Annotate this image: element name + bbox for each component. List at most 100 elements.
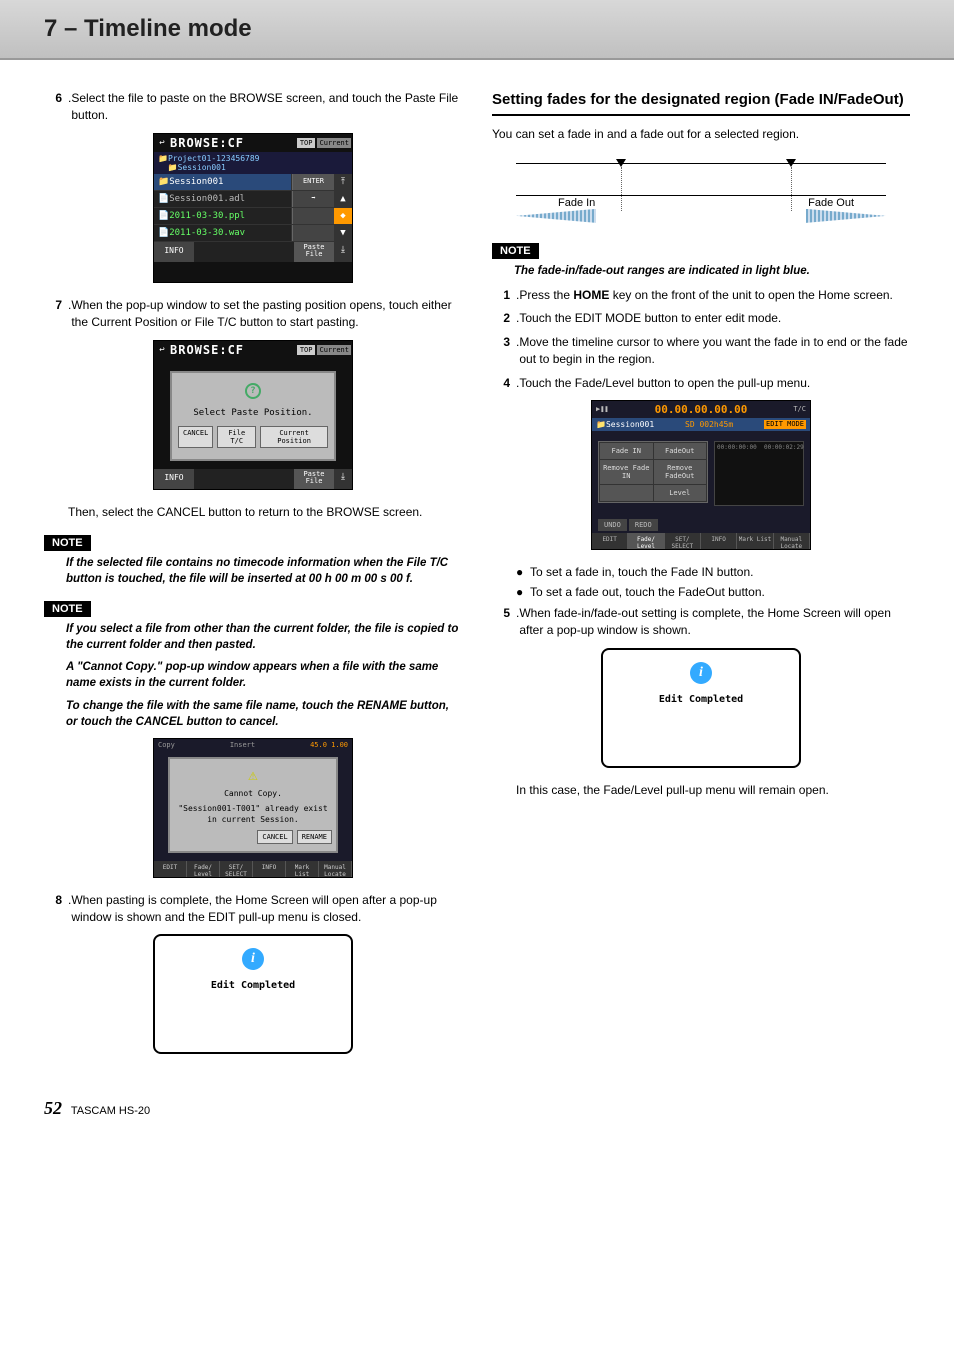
step-4: 4. Touch the Fade/Level button to open t…	[492, 375, 910, 392]
scroll-bottom-icon: ⤓	[334, 469, 352, 489]
waveform-icon	[516, 209, 596, 223]
current-button: Current	[317, 138, 351, 148]
edit-mode-badge: EDIT MODE	[764, 420, 806, 429]
tab: Fade/ Level	[187, 861, 220, 877]
edit-completed-popup: i Edit Completed	[601, 648, 801, 768]
step-6: 6. Select the file to paste on the BROWS…	[44, 90, 462, 125]
bullet-fade-out: ● To set a fade out, touch the FadeOut b…	[516, 584, 910, 601]
waveform-area: 00:00:00:00 00:00:02:29	[714, 441, 804, 506]
step-1: 1. Press the HOME key on the front of th…	[492, 287, 910, 304]
list-item: 📁Session001	[154, 174, 292, 190]
note-body: If you select a file from other than the…	[66, 621, 462, 730]
list-item: 📄2011-03-30.ppl	[154, 208, 292, 224]
right-column: Setting fades for the designated region …	[492, 90, 910, 1068]
scroll-top-icon: ⤒	[334, 174, 352, 190]
step-2: 2. Touch the EDIT MODE button to enter e…	[492, 310, 910, 327]
scroll-up-icon: ▲	[334, 191, 352, 207]
tab: Manual Locate	[319, 861, 352, 877]
fade-out-button: FadeOut	[654, 443, 707, 459]
fade-in-label: Fade In	[558, 197, 595, 209]
chapter-title: 7 – Timeline mode	[44, 15, 252, 43]
page-content: 6. Select the file to paste on the BROWS…	[0, 60, 954, 1088]
fade-level-screenshot: ▶❚❚ 00.00.00.00.00 T/C 📁Session001 SD 00…	[591, 400, 811, 550]
top-button: TOP	[297, 138, 316, 148]
rename-button: RENAME	[297, 830, 332, 844]
step-8: 8. When pasting is complete, the Home Sc…	[44, 892, 462, 927]
info-button: INFO	[154, 242, 194, 262]
scroll-bottom-icon: ⤓	[334, 242, 352, 262]
note-label: NOTE	[492, 243, 539, 259]
bottom-tabs: EDIT Fade/ Level SET/ SELECT INFO Mark L…	[592, 533, 810, 549]
scroll-down-icon: ▼	[334, 225, 352, 241]
dialog-body: ? Select Paste Position. CANCEL File T/C…	[170, 371, 336, 461]
section-intro: You can set a fade in and a fade out for…	[492, 126, 910, 143]
play-icon: ▶❚❚	[596, 405, 609, 413]
bullet-fade-in: ● To set a fade in, touch the Fade IN bu…	[516, 564, 910, 581]
tab: Manual Locate	[774, 533, 810, 549]
cancel-button: CANCEL	[257, 830, 292, 844]
left-column: 6. Select the file to paste on the BROWS…	[44, 90, 462, 1068]
redo-button: REDO	[629, 519, 658, 531]
fade-menu: Fade IN FadeOut Remove Fade IN Remove Fa…	[598, 441, 708, 503]
tab: INFO	[253, 861, 286, 877]
warning-icon: ⚠	[248, 765, 258, 784]
tab: EDIT	[592, 533, 628, 549]
folder-icon: 📁	[168, 163, 178, 172]
remove-fade-out-button: Remove FadeOut	[654, 460, 707, 484]
step-number: 1	[492, 287, 510, 304]
bullet-icon: ●	[516, 564, 530, 581]
step-text: Press the HOME key on the front of the u…	[519, 287, 910, 304]
back-icon: ↩	[154, 345, 170, 355]
section-heading: Setting fades for the designated region …	[492, 90, 910, 116]
fade-in-marker-icon	[616, 159, 626, 167]
timecode: 00.00.00.00.00	[609, 403, 794, 416]
list-item: 📄2011-03-30.wav	[154, 225, 292, 241]
fade-diagram: Fade In Fade Out	[516, 153, 886, 223]
session-bar: 📁Session001 SD 002h45m EDIT MODE	[592, 418, 810, 431]
tab: INFO	[701, 533, 737, 549]
step-7-continued: Then, select the CANCEL button to return…	[68, 504, 462, 521]
dialog-body: ⚠ Cannot Copy. "Session001-T001" already…	[168, 757, 338, 853]
current-position-button: Current Position	[260, 426, 328, 448]
note-body: If the selected file contains no timecod…	[66, 555, 462, 587]
note-label: NOTE	[44, 601, 91, 617]
dialog-message: Cannot Copy.	[224, 789, 282, 799]
browse-screenshot-1: ↩ BROWSE:CF TOP Current 📁Project01-12345…	[153, 133, 353, 283]
dialog-detail: "Session001-T001" already exist in curre…	[174, 804, 332, 825]
question-icon: ?	[245, 383, 261, 399]
timecode-display: 45.0 1.00	[310, 741, 348, 749]
tab: Mark List	[286, 861, 319, 877]
back-icon: ↩	[154, 138, 170, 148]
enter-button: ENTER	[292, 174, 334, 190]
step-text: When pasting is complete, the Home Scree…	[71, 892, 462, 927]
step-number: 4	[492, 375, 510, 392]
copy-tab: Copy	[158, 741, 175, 749]
step-text: Touch the EDIT MODE button to enter edit…	[519, 310, 910, 327]
tab: SET/ SELECT	[665, 533, 701, 549]
chapter-header: 7 – Timeline mode	[0, 0, 954, 60]
fade-out-marker-icon	[786, 159, 796, 167]
cannot-copy-screenshot: Copy Insert 45.0 1.00 ⚠ Cannot Copy. "Se…	[153, 738, 353, 878]
step-7: 7. When the pop-up window to set the pas…	[44, 297, 462, 332]
popup-message: Edit Completed	[211, 980, 295, 991]
tab: EDIT	[154, 861, 187, 877]
step-number: 5	[492, 605, 510, 640]
arrow-button: ➡	[292, 191, 334, 207]
paste-file-button: Paste File	[294, 242, 334, 262]
step-text: Touch the Fade/Level button to open the …	[519, 375, 910, 392]
info-icon: i	[242, 948, 264, 970]
path-bar: 📁Project01-123456789 📁Session001	[154, 152, 352, 174]
step-3: 3. Move the timeline cursor to where you…	[492, 334, 910, 369]
current-button: Current	[317, 345, 351, 355]
dialog-message: Select Paste Position.	[193, 408, 312, 418]
step-number: 2	[492, 310, 510, 327]
step-number: 6	[44, 90, 62, 125]
folder-icon: 📁	[158, 154, 168, 163]
tab: Mark List	[737, 533, 773, 549]
page-footer: 52 TASCAM HS-20	[0, 1088, 954, 1149]
bullet-icon: ●	[516, 584, 530, 601]
step-number: 7	[44, 297, 62, 332]
step-number: 3	[492, 334, 510, 369]
edit-completed-popup: i Edit Completed	[153, 934, 353, 1054]
step-number: 8	[44, 892, 62, 927]
